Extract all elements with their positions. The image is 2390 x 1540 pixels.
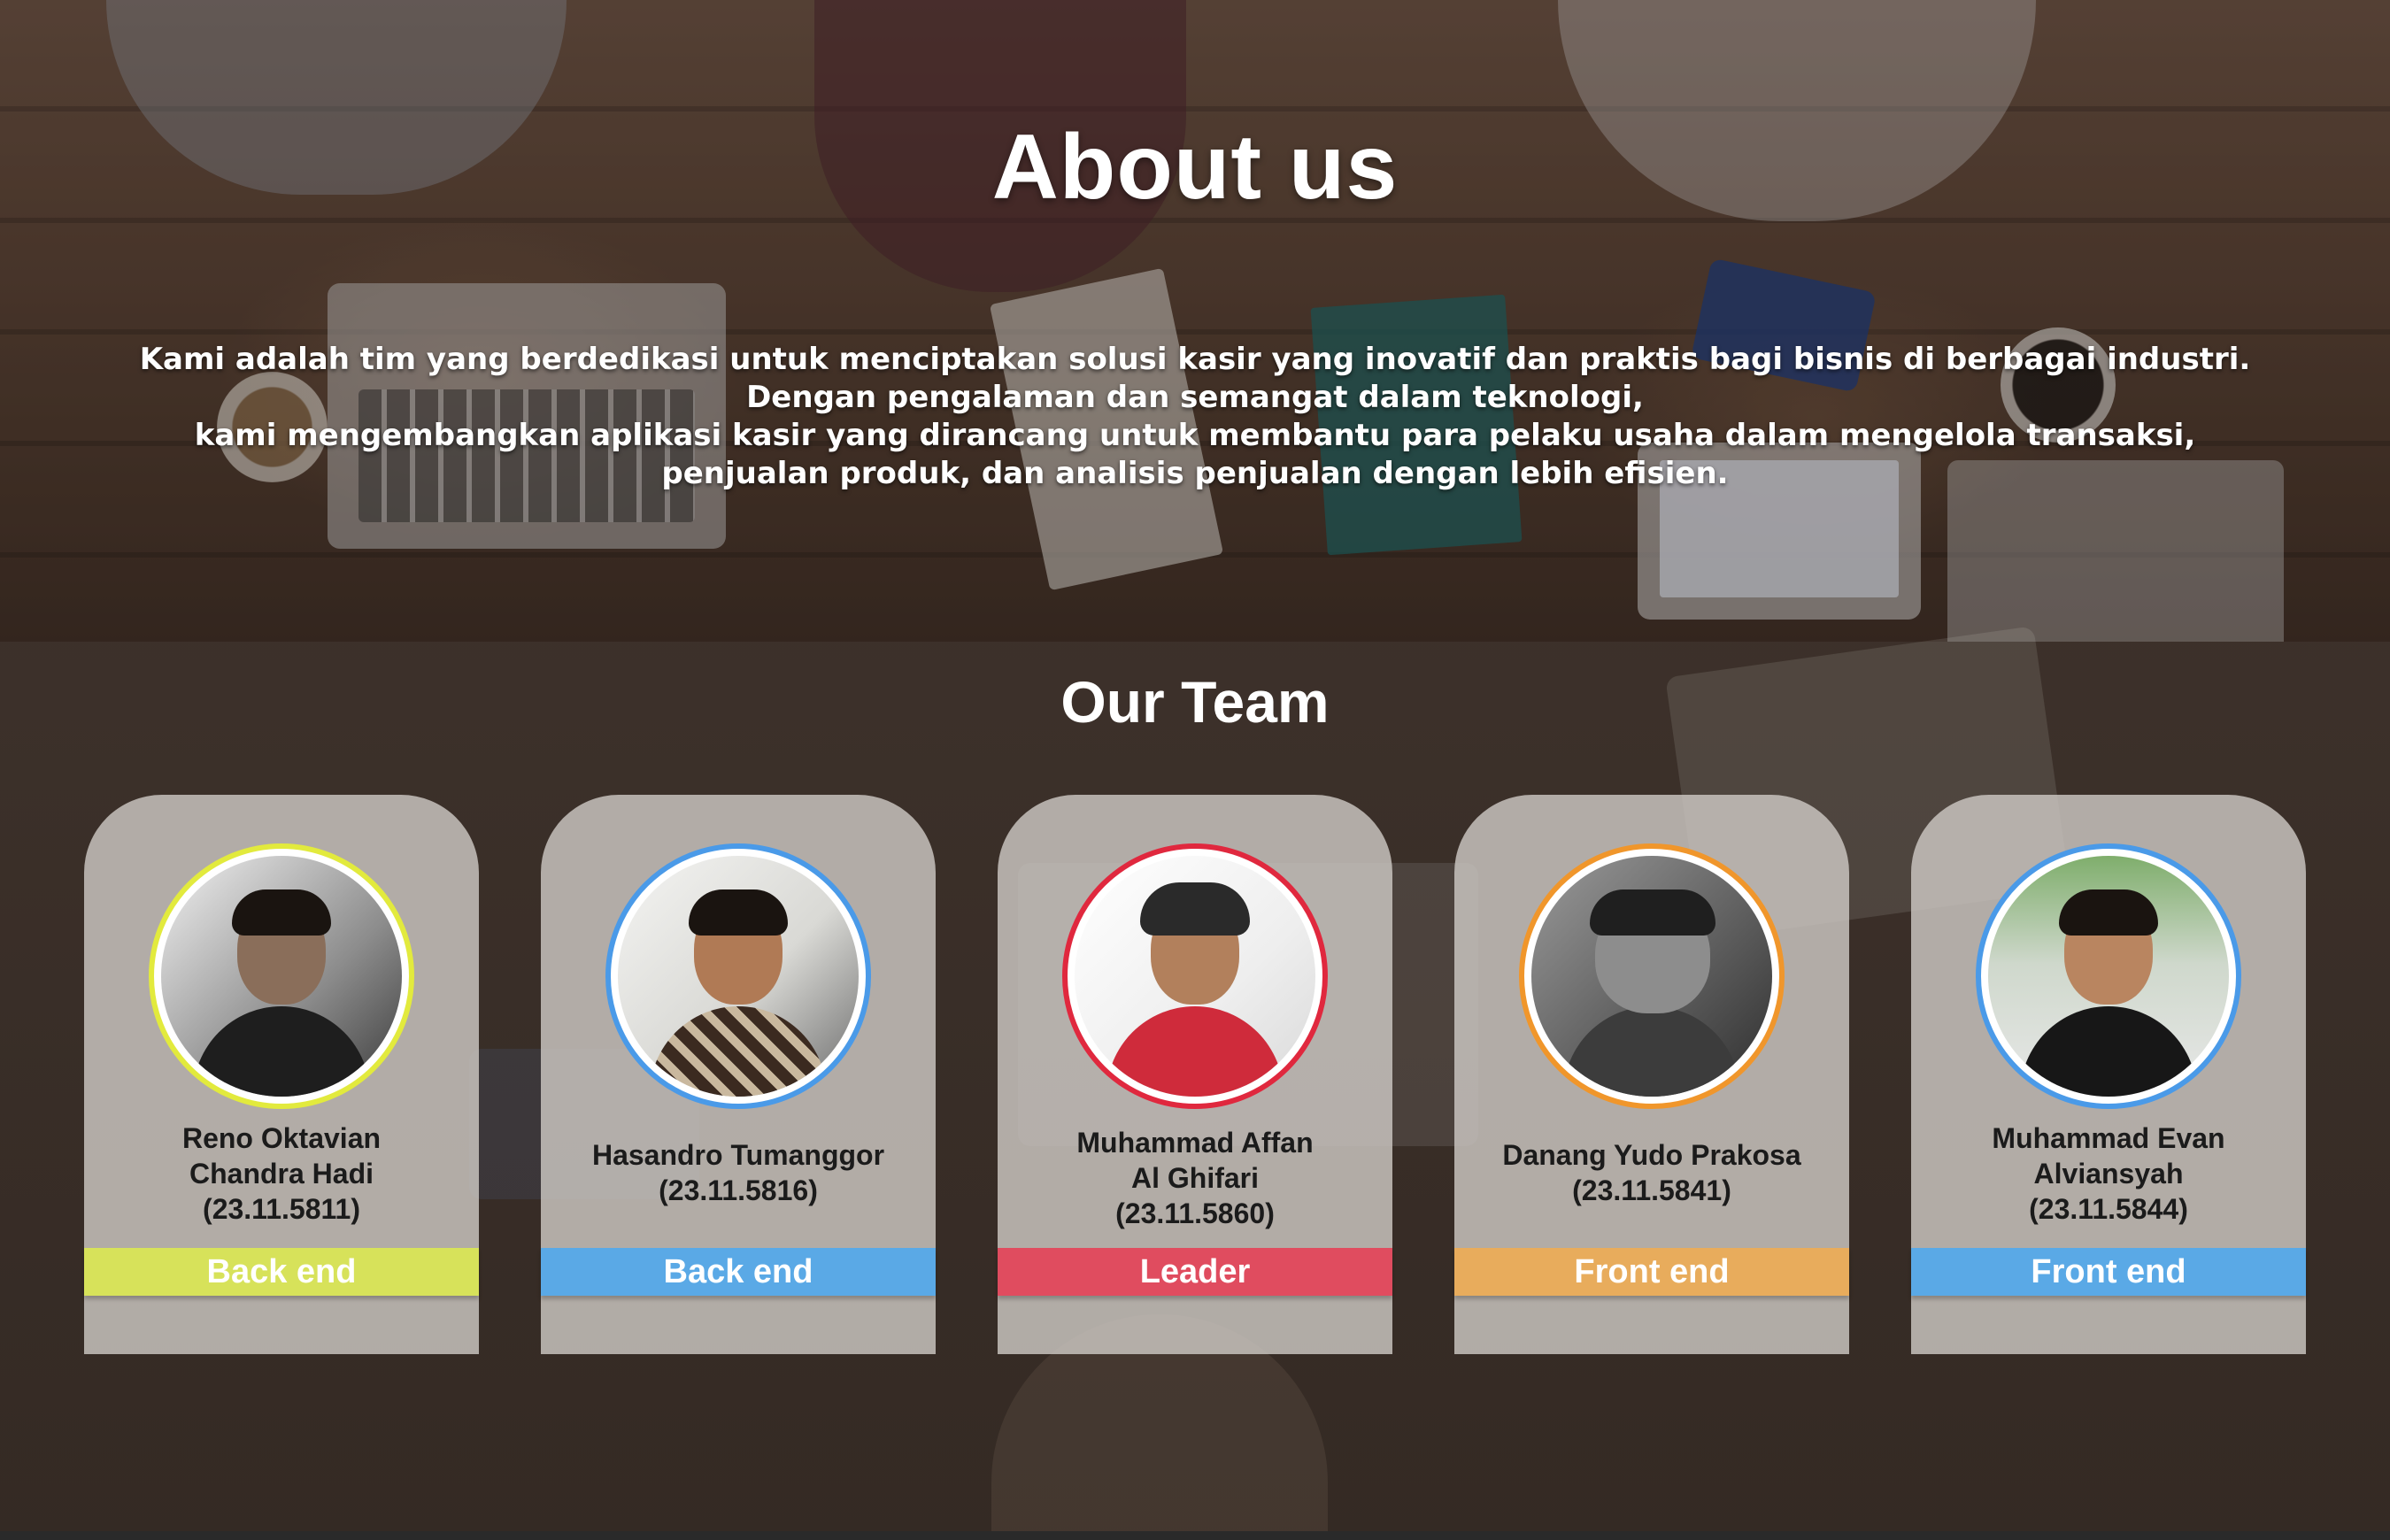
member-name-line: Muhammad Evan <box>1992 1122 2225 1154</box>
hero-overlay <box>0 0 2390 642</box>
team-member-card: Reno Oktavian Chandra Hadi (23.11.5811) … <box>84 795 479 1354</box>
about-us-description: Kami adalah tim yang berdedikasi untuk m… <box>0 341 2390 493</box>
member-id: (23.11.5844) <box>2029 1193 2188 1225</box>
member-id: (23.11.5841) <box>1572 1174 1731 1206</box>
member-name-line: Alviansyah <box>2033 1158 2184 1190</box>
member-avatar <box>1062 843 1328 1109</box>
footer-strip <box>0 1531 2390 1540</box>
team-member-card: Hasandro Tumanggor (23.11.5816) Back end <box>541 795 936 1354</box>
member-role-badge: Front end <box>1454 1248 1849 1296</box>
member-name: Muhammad Affan Al Ghifari (23.11.5860) <box>1006 1125 1384 1231</box>
team-member-card: Muhammad Affan Al Ghifari (23.11.5860) L… <box>998 795 1392 1354</box>
member-name-line: Reno Oktavian <box>181 1122 382 1154</box>
about-us-line: penjualan produk, dan analisis penjualan… <box>661 456 1729 491</box>
member-role-badge: Back end <box>541 1248 936 1296</box>
member-name: Muhammad Evan Alviansyah (23.11.5844) <box>1920 1120 2297 1227</box>
about-us-line: Dengan pengalaman dan semangat dalam tek… <box>746 380 1644 415</box>
member-avatar <box>1519 843 1785 1109</box>
member-name-line: Hasandro Tumanggor <box>591 1139 885 1171</box>
member-photo <box>1531 856 1772 1097</box>
member-name: Hasandro Tumanggor (23.11.5816) <box>550 1137 927 1208</box>
member-name: Reno Oktavian Chandra Hadi (23.11.5811) <box>93 1120 470 1227</box>
member-avatar <box>149 843 414 1109</box>
team-member-card: Muhammad Evan Alviansyah (23.11.5844) Fr… <box>1911 795 2306 1354</box>
about-us-line: kami mengembangkan aplikasi kasir yang d… <box>194 418 2196 453</box>
member-name-line: Danang Yudo Prakosa <box>1502 1139 1801 1171</box>
about-us-heading: About us <box>991 116 1399 219</box>
team-member-card: Danang Yudo Prakosa (23.11.5841) Front e… <box>1454 795 1849 1354</box>
member-avatar <box>1976 843 2241 1109</box>
member-name-line: Chandra Hadi <box>189 1158 374 1190</box>
member-id: (23.11.5860) <box>1115 1197 1275 1229</box>
member-id: (23.11.5816) <box>659 1174 818 1206</box>
member-avatar <box>605 843 871 1109</box>
member-role-badge: Back end <box>84 1248 479 1296</box>
member-name: Danang Yudo Prakosa (23.11.5841) <box>1463 1137 1840 1208</box>
about-us-line: Kami adalah tim yang berdedikasi untuk m… <box>139 342 2251 377</box>
member-role-badge: Front end <box>1911 1248 2306 1296</box>
our-team-heading: Our Team <box>1060 669 1330 735</box>
member-name-line: Al Ghifari <box>1130 1162 1259 1194</box>
member-photo <box>1075 856 1315 1097</box>
member-role-badge: Leader <box>998 1248 1392 1296</box>
member-photo <box>618 856 859 1097</box>
member-id: (23.11.5811) <box>203 1193 360 1225</box>
member-photo <box>161 856 402 1097</box>
member-photo <box>1988 856 2229 1097</box>
member-name-line: Muhammad Affan <box>1076 1127 1314 1159</box>
